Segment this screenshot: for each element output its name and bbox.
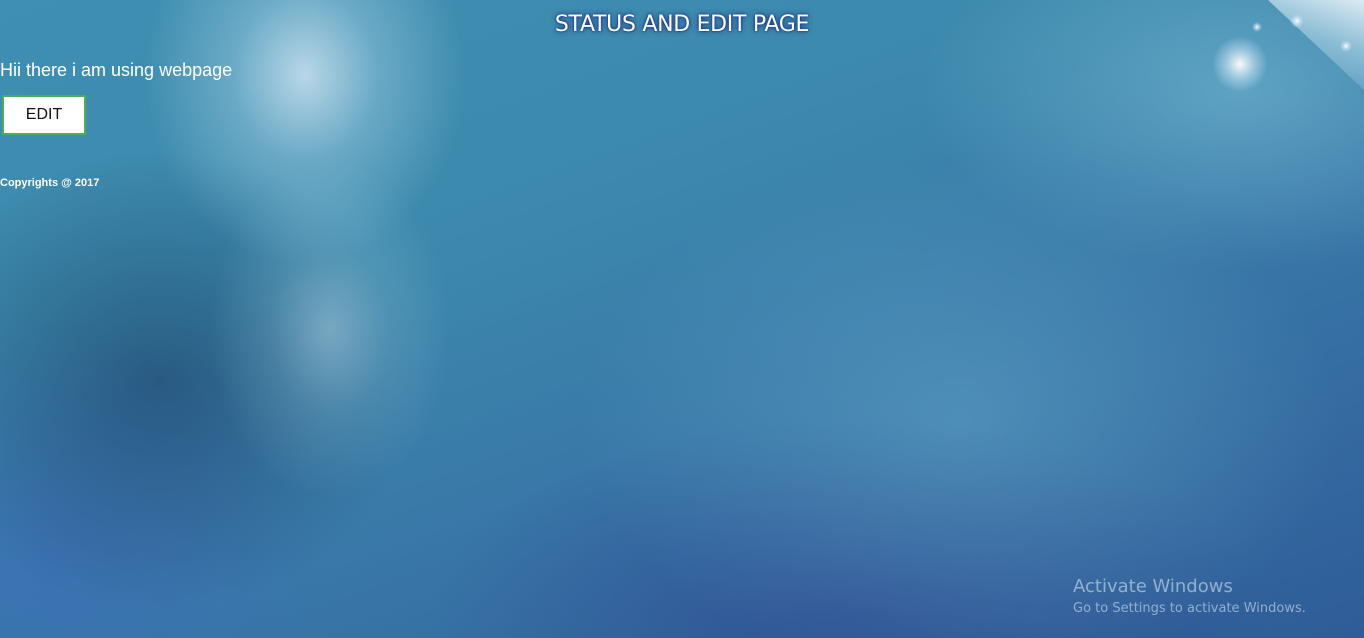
activation-title: Activate Windows	[1073, 576, 1233, 597]
activation-watermark: Activate Windows Go to Settings to activ…	[1073, 576, 1306, 619]
sparkle-light	[1212, 36, 1268, 92]
page-title: STATUS AND EDIT PAGE	[554, 12, 810, 37]
copyright-text: Copyrights @ 2017	[0, 177, 100, 189]
activation-subtitle: Go to Settings to activate Windows.	[1073, 601, 1306, 616]
status-text: Hii there i am using webpage	[0, 60, 233, 80]
sparkle-light	[1340, 40, 1352, 52]
edit-button[interactable]: EDIT	[2, 95, 86, 135]
